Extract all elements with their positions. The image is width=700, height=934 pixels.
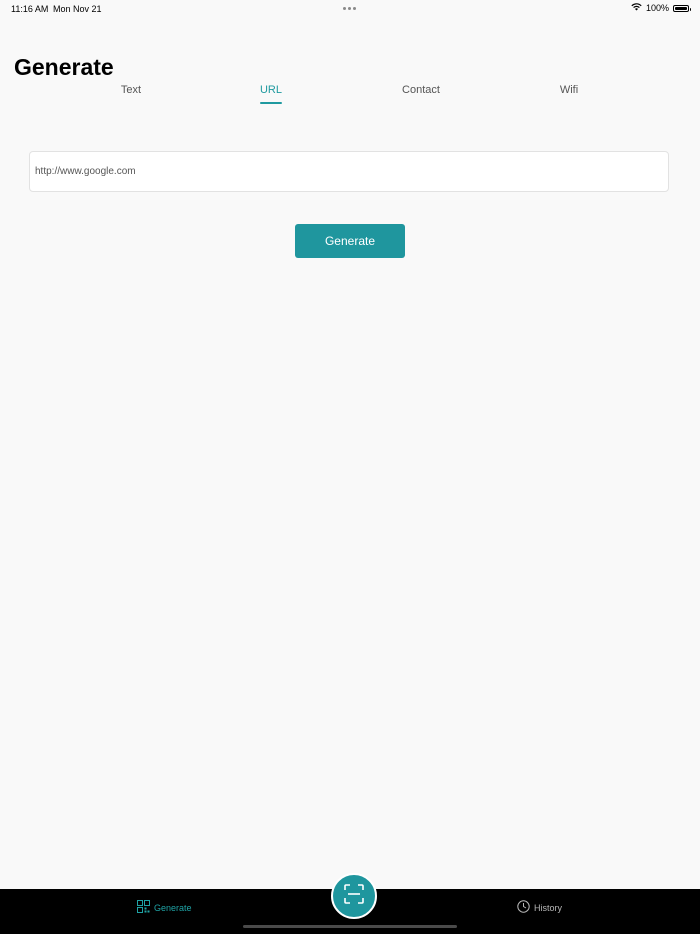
tab-wifi[interactable]: Wifi — [560, 84, 578, 104]
qr-grid-icon — [137, 900, 150, 915]
nav-history-label: History — [534, 902, 563, 913]
multitasking-dots-icon[interactable] — [343, 7, 356, 10]
scan-icon — [344, 883, 364, 909]
scan-button[interactable] — [331, 873, 377, 919]
url-input[interactable] — [29, 151, 669, 192]
status-indicators: 100% — [631, 3, 691, 13]
clock-icon — [517, 900, 530, 915]
nav-generate[interactable]: Generate — [137, 900, 192, 915]
page-title: Generate — [14, 54, 114, 80]
nav-generate-label: Generate — [154, 902, 192, 913]
status-time: 11:16 AM — [11, 4, 49, 14]
tab-text[interactable]: Text — [121, 84, 141, 104]
status-date: Mon Nov 21 — [53, 4, 102, 14]
home-indicator — [243, 925, 457, 928]
tab-contact[interactable]: Contact — [402, 84, 440, 104]
battery-icon — [673, 4, 691, 12]
battery-percentage: 100% — [645, 3, 669, 13]
generate-button[interactable]: Generate — [295, 224, 405, 258]
wifi-icon — [631, 3, 642, 13]
nav-history[interactable]: History — [517, 900, 562, 915]
status-bar: 11:16 AM Mon Nov 21 100% — [0, 0, 700, 18]
generate-type-tabs: Text URL Contact Wifi — [0, 84, 700, 110]
tab-url[interactable]: URL — [259, 84, 283, 104]
